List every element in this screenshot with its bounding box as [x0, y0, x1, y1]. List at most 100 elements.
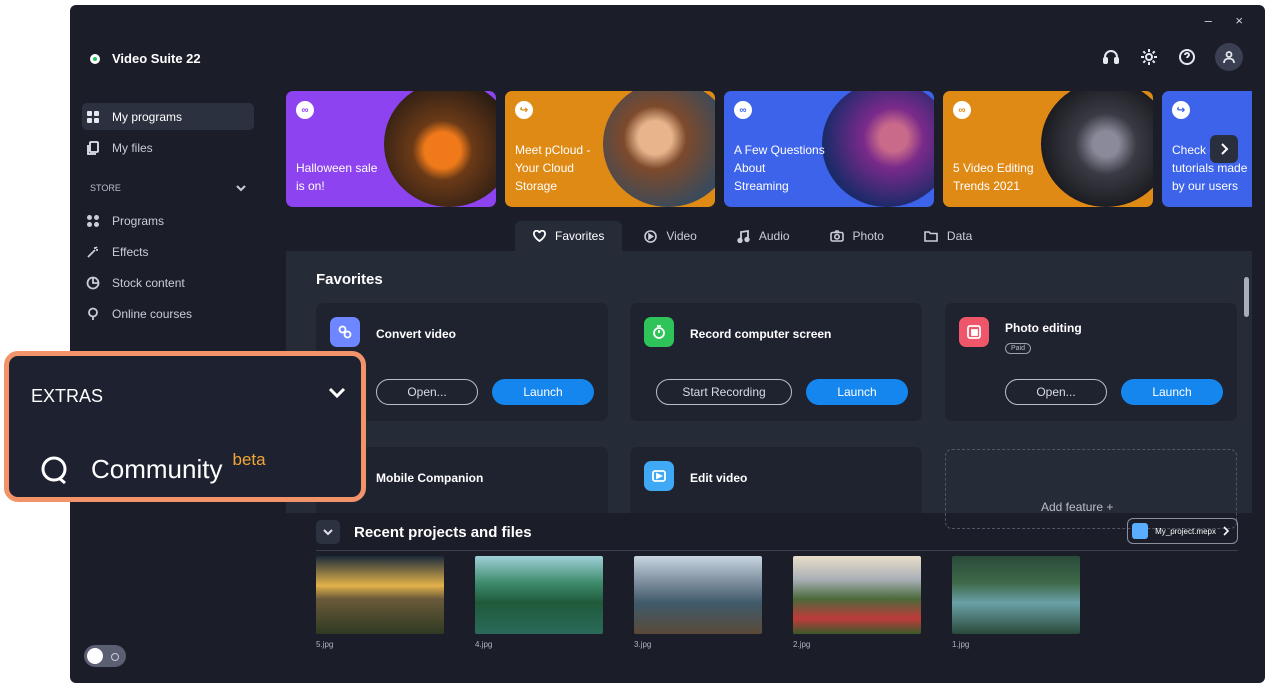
link-icon: ∞ — [953, 101, 971, 119]
link-icon: ∞ — [734, 101, 752, 119]
store-section-header[interactable]: STORE — [82, 183, 254, 193]
card-title: Edit video — [690, 471, 748, 485]
sidebar-item-online-courses[interactable]: Online courses — [82, 300, 254, 327]
app-logo-icon — [90, 53, 100, 64]
project-file-icon — [1132, 523, 1149, 539]
window-controls[interactable]: – × — [1205, 13, 1253, 28]
sidebar-item-stock-content[interactable]: Stock content — [82, 269, 254, 296]
promo-banner[interactable]: ∞ 5 Video Editing Trends 2021 — [943, 91, 1153, 207]
extras-callout: EXTRAS Community beta — [4, 351, 366, 502]
app-window: – × Video Suite 22 My programs My files … — [70, 5, 1265, 683]
recent-files-list: 5.jpg 4.jpg 3.jpg 2.jpg 1.jpg — [316, 556, 1080, 649]
chevron-down-icon — [236, 185, 246, 192]
project-file-name: My_project.mepx — [1155, 526, 1216, 536]
camera-icon — [829, 230, 844, 242]
beta-badge: beta — [232, 449, 266, 469]
theme-toggle[interactable] — [84, 645, 126, 667]
convert-video-icon — [330, 317, 360, 347]
panel-scrollbar[interactable] — [1244, 277, 1249, 317]
photo-editing-icon — [959, 317, 989, 347]
chevron-down-icon — [323, 529, 333, 536]
music-note-icon — [737, 229, 750, 243]
start-recording-button[interactable]: Start Recording — [656, 379, 792, 405]
file-name: 2.jpg — [793, 640, 811, 649]
sidebar-item-label: My files — [112, 140, 153, 155]
promo-banner-carousel: ∞ Halloween sale is on! ↪ Meet pCloud - … — [286, 91, 1252, 207]
card-title: Record computer screen — [690, 327, 832, 341]
folder-icon — [924, 231, 938, 242]
card-title: Convert video — [376, 327, 457, 341]
file-thumbnail — [316, 556, 444, 634]
top-toolbar — [1101, 43, 1243, 71]
apps-icon — [87, 214, 99, 227]
headset-icon[interactable] — [1101, 47, 1121, 67]
recent-file[interactable]: 3.jpg — [634, 556, 762, 649]
sidebar-item-programs[interactable]: Programs — [82, 207, 254, 234]
chat-bubble-icon — [41, 456, 67, 484]
tab-label: Data — [946, 229, 973, 243]
open-project-button[interactable]: My_project.mepx — [1127, 518, 1238, 544]
feature-card-edit-video: Edit video — [630, 447, 922, 513]
recent-file[interactable]: 1.jpg — [952, 556, 1080, 649]
sidebar-item-my-files[interactable]: My files — [82, 134, 254, 161]
tab-label: Favorites — [555, 229, 605, 243]
favorites-panel: Favorites Convert video Open... Launch R… — [286, 251, 1252, 529]
promo-banner[interactable]: ↪ Meet pCloud - Your Cloud Storage — [505, 91, 715, 207]
chevron-down-icon[interactable] — [327, 386, 347, 405]
account-avatar-icon[interactable] — [1215, 43, 1243, 71]
add-feature-label: Add feature + — [1041, 500, 1114, 514]
sidebar-item-label: Stock content — [112, 275, 185, 290]
promo-banner[interactable]: ∞ A Few Questions About Streaming — [724, 91, 934, 207]
card-title: Photo editing — [1005, 321, 1082, 335]
editing-setup-image — [1041, 91, 1153, 207]
tab-data[interactable]: Data — [906, 221, 990, 251]
magic-wand-icon — [87, 245, 98, 258]
tab-favorites[interactable]: Favorites — [515, 221, 623, 251]
lightbulb-icon — [88, 307, 98, 320]
sidebar-item-community[interactable]: Community beta — [39, 450, 266, 485]
tab-label: Photo — [852, 229, 884, 243]
launch-button[interactable]: Launch — [492, 379, 594, 405]
banner-text: 5 Video Editing Trends 2021 — [953, 161, 1034, 193]
stock-icon — [86, 276, 100, 289]
sidebar: My programs My files STORE Programs Effe… — [82, 103, 254, 331]
tab-label: Video — [666, 229, 697, 243]
collapse-recent-button[interactable] — [316, 520, 340, 544]
tab-photo[interactable]: Photo — [812, 221, 902, 251]
promo-banner[interactable]: ∞ Halloween sale is on! — [286, 91, 496, 207]
sidebar-item-label: Programs — [112, 213, 165, 228]
community-label: Community — [91, 454, 223, 484]
launch-button[interactable]: Launch — [1121, 379, 1223, 405]
sidebar-item-label: Online courses — [112, 306, 193, 321]
file-name: 1.jpg — [952, 640, 970, 649]
sidebar-item-label: My programs — [112, 109, 183, 124]
tab-video[interactable]: Video — [626, 221, 714, 251]
woman-laptop-image — [603, 91, 715, 207]
paid-badge: Paid — [1005, 343, 1032, 354]
grid-icon — [87, 110, 99, 123]
tab-audio[interactable]: Audio — [719, 221, 808, 251]
sidebar-item-my-programs[interactable]: My programs — [82, 103, 254, 130]
open-button[interactable]: Open... — [1005, 379, 1107, 405]
play-circle-icon — [644, 229, 658, 243]
chevron-right-icon — [1223, 526, 1229, 536]
sidebar-item-effects[interactable]: Effects — [82, 238, 254, 265]
promo-banner[interactable]: ↪ Check out tutorials made by our users — [1162, 91, 1252, 207]
sidebar-item-label: Effects — [112, 244, 149, 259]
carousel-next-button[interactable] — [1210, 135, 1238, 163]
category-tabs: Favorites Video Audio Photo Data — [515, 221, 990, 251]
divider — [316, 550, 1238, 551]
file-thumbnail — [952, 556, 1080, 634]
recent-header: Recent projects and files My_project.mep… — [316, 514, 1238, 550]
recent-file[interactable]: 2.jpg — [793, 556, 921, 649]
open-button[interactable]: Open... — [376, 379, 478, 405]
launch-button[interactable]: Launch — [806, 379, 908, 405]
help-icon[interactable] — [1177, 47, 1197, 67]
recent-file[interactable]: 4.jpg — [475, 556, 603, 649]
recent-file[interactable]: 5.jpg — [316, 556, 444, 649]
app-title: Video Suite 22 — [112, 51, 201, 66]
settings-gear-icon[interactable] — [1139, 47, 1159, 67]
file-name: 5.jpg — [316, 640, 334, 649]
banner-text: A Few Questions About Streaming — [734, 143, 825, 193]
recent-title: Recent projects and files — [354, 523, 532, 541]
